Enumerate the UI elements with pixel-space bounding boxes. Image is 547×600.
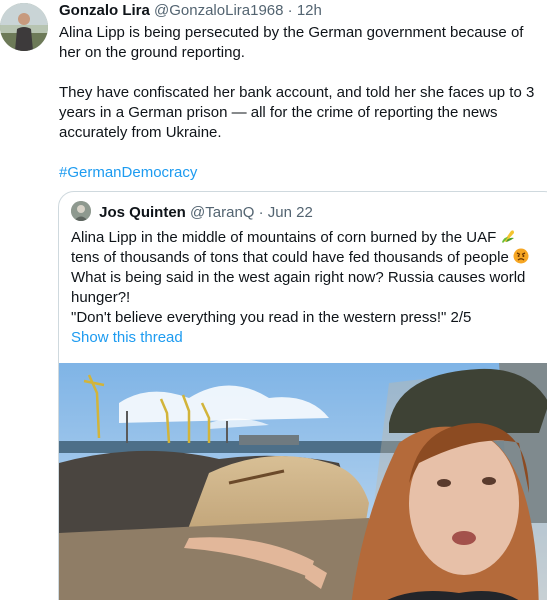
show-thread-link[interactable]: Show this thread xyxy=(71,328,183,348)
quoted-media-image[interactable] xyxy=(59,363,547,600)
tweet-paragraph: Alina Lipp is being persecuted by the Ge… xyxy=(59,24,524,61)
quoted-timestamp[interactable]: Jun 22 xyxy=(268,204,313,221)
media-photo xyxy=(59,363,547,600)
display-name[interactable]: Gonzalo Lira xyxy=(59,2,150,19)
quoted-line: "Don't believe everything you read in th… xyxy=(71,309,472,326)
separator-dot: · xyxy=(258,204,264,221)
quoted-avatar-image xyxy=(71,201,91,222)
tweet[interactable]: Gonzalo Lira @GonzaloLira1968 · 12h Alin… xyxy=(0,0,547,600)
angry-face-emoji-icon xyxy=(513,248,529,264)
avatar[interactable] xyxy=(0,3,48,51)
hashtag-link[interactable]: #GermanDemocracy xyxy=(59,164,197,181)
quoted-tweet-text: Alina Lipp in the middle of mountains of… xyxy=(71,228,547,328)
separator-dot: · xyxy=(287,2,293,19)
user-handle[interactable]: @GonzaloLira1968 xyxy=(154,2,283,19)
tweet-paragraph: They have confiscated her bank account, … xyxy=(59,84,535,141)
quoted-display-name[interactable]: Jos Quinten xyxy=(99,204,186,221)
quoted-avatar[interactable] xyxy=(71,201,91,222)
quoted-line: What is being said in the west again rig… xyxy=(71,269,526,306)
quoted-tweet[interactable]: Jos Quinten @TaranQ · Jun 22 Alina Lipp … xyxy=(58,191,547,600)
tweet-header: Gonzalo Lira @GonzaloLira1968 · 12h xyxy=(59,0,547,22)
avatar-image xyxy=(0,3,48,51)
corn-emoji-icon xyxy=(502,230,515,243)
tweet-text: Alina Lipp is being persecuted by the Ge… xyxy=(59,23,547,183)
quoted-line: Alina Lipp in the middle of mountains of… xyxy=(71,229,497,246)
timestamp[interactable]: 12h xyxy=(297,2,322,19)
quoted-line: tens of thousands of tons that could hav… xyxy=(71,249,509,266)
quoted-user-handle[interactable]: @TaranQ xyxy=(190,204,254,221)
quoted-tweet-header: Jos Quinten @TaranQ · Jun 22 xyxy=(71,201,313,224)
